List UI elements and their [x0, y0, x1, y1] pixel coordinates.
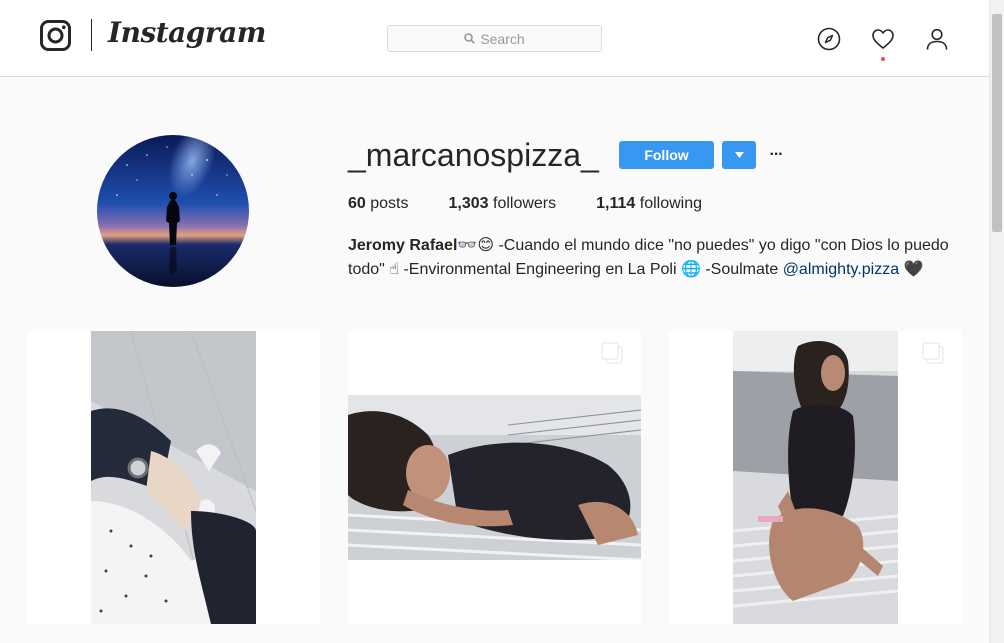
instagram-wordmark[interactable]: Instagram — [108, 16, 266, 49]
triangle-down-icon — [734, 152, 744, 158]
compass-icon[interactable] — [817, 27, 841, 51]
logo-divider — [91, 19, 92, 51]
followers-label: followers — [493, 195, 557, 212]
post-thumbnail[interactable] — [27, 331, 320, 624]
instagram-glyph-icon[interactable] — [40, 20, 71, 51]
post-thumbnail[interactable] — [669, 331, 962, 624]
profile-stats: 60 posts 1,303 followers 1,114 following — [348, 195, 742, 213]
search-placeholder: Search — [480, 30, 525, 47]
following-stat[interactable]: 1,114 following — [596, 195, 702, 213]
post-thumbnail[interactable] — [348, 331, 641, 624]
posts-count: 60 — [348, 195, 366, 212]
following-label: following — [639, 195, 703, 212]
person-icon[interactable] — [925, 27, 949, 51]
page-scrollbar[interactable] — [989, 0, 1004, 643]
multiple-photos-icon — [922, 342, 944, 364]
top-navigation-bar: Instagram Search — [0, 0, 989, 77]
posts-stat: 60 posts — [348, 195, 409, 213]
search-input[interactable]: Search — [387, 25, 602, 52]
followers-count: 1,303 — [448, 195, 489, 212]
follow-button[interactable]: Follow — [619, 141, 714, 169]
posts-label: posts — [370, 195, 409, 212]
suggestions-dropdown-button[interactable] — [722, 141, 756, 169]
wrist-watch-photo — [91, 331, 256, 624]
lounging-on-chair-photo — [348, 395, 641, 560]
profile-username: _marcanospizza_ — [348, 137, 599, 173]
followers-stat[interactable]: 1,303 followers — [449, 195, 557, 213]
heart-icon[interactable] — [871, 27, 895, 51]
bio-mention-link[interactable]: @almighty.pizza — [783, 261, 899, 278]
profile-full-name: Jeromy Rafael — [348, 237, 458, 254]
following-count: 1,114 — [596, 195, 636, 212]
profile-bio: Jeromy Rafael👓😊 -Cuando el mundo dice "n… — [348, 234, 958, 282]
multiple-photos-icon — [601, 342, 623, 364]
sitting-by-pool-photo — [733, 331, 898, 624]
bio-text-end: 🖤 — [899, 261, 924, 278]
activity-dot — [881, 57, 885, 61]
scrollbar-thumb[interactable] — [992, 14, 1002, 232]
profile-avatar[interactable] — [97, 135, 249, 287]
search-icon — [464, 33, 476, 44]
more-options-button[interactable]: ··· — [766, 141, 786, 169]
